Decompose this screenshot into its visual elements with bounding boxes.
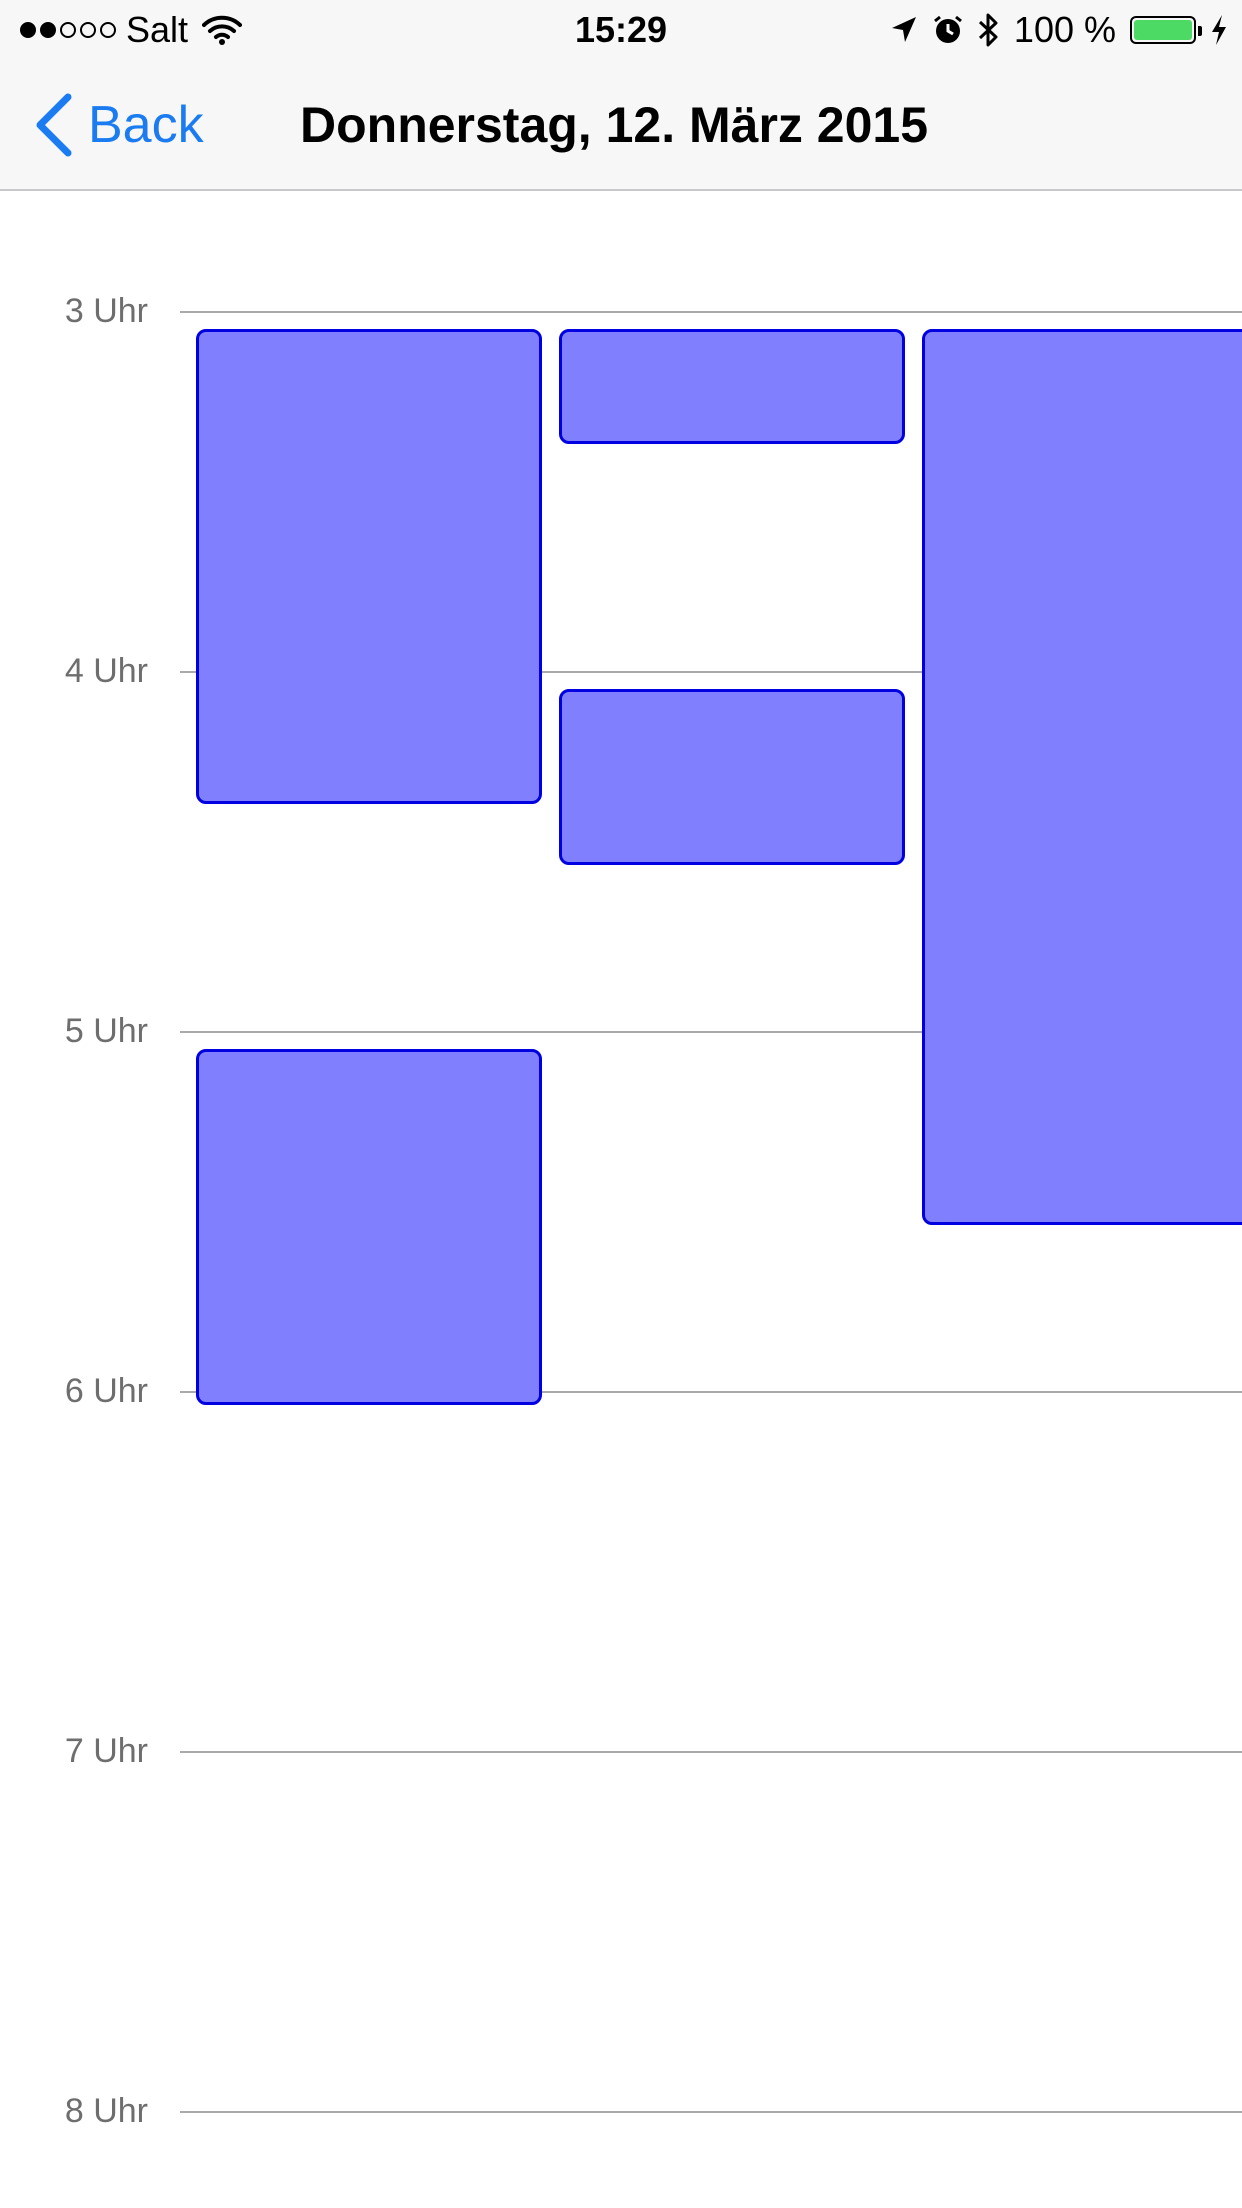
hour-label: 6 Uhr: [64, 1372, 148, 1410]
status-bar: Salt 15:29 100 %: [0, 0, 1242, 60]
location-arrow-icon: [891, 17, 916, 42]
battery-tip: [1198, 26, 1202, 36]
hour-label: 8 Uhr: [64, 2092, 148, 2130]
day-timeline[interactable]: 3 Uhr 4 Uhr 5 Uhr 6 Uhr 7 Uhr 8 Uhr: [0, 191, 1242, 2208]
hour-line: [180, 1751, 1242, 1753]
hour-label: 3 Uhr: [64, 292, 148, 330]
chevron-left-icon: [36, 93, 72, 157]
navigation-bar: Back Donnerstag, 12. März 2015: [0, 60, 1242, 191]
calendar-event[interactable]: [196, 329, 542, 805]
hour-label: 4 Uhr: [64, 652, 148, 690]
calendar-event[interactable]: [559, 689, 905, 866]
alarm-icon: [933, 15, 962, 43]
hour-label: 7 Uhr: [64, 1732, 148, 1770]
page-title: Donnerstag, 12. März 2015: [300, 97, 929, 153]
bluetooth-icon: [978, 13, 998, 47]
battery-percentage: 100 %: [1013, 9, 1116, 50]
charging-bolt-icon: [1212, 15, 1226, 45]
hour-line: [180, 2111, 1242, 2113]
calendar-event[interactable]: [922, 329, 1242, 1226]
calendar-event[interactable]: [196, 1049, 542, 1406]
back-button[interactable]: Back: [34, 92, 204, 158]
battery-icon: [1130, 16, 1202, 44]
battery-level: [1134, 20, 1192, 40]
back-label: Back: [88, 96, 204, 154]
status-right: 100 %: [888, 8, 1228, 52]
hour-line: [180, 311, 1242, 313]
calendar-event[interactable]: [559, 329, 905, 445]
hour-label: 5 Uhr: [64, 1012, 148, 1050]
